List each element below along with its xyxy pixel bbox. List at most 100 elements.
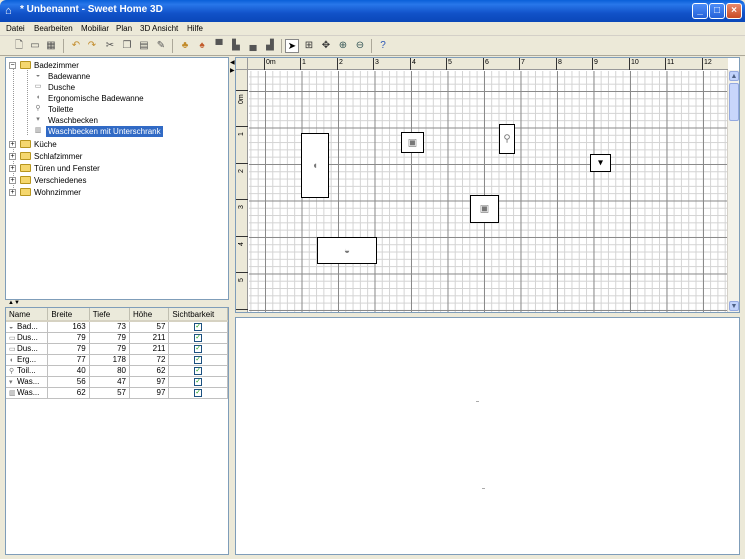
tree-category-wohnzimmer[interactable]: + Wohnzimmer: [9, 187, 219, 198]
window-title: * Unbenannt - Sweet Home 3D: [20, 4, 163, 15]
expand-icon[interactable]: +: [9, 141, 16, 148]
column-header-sichtbarkeit[interactable]: Sichtbarkeit: [168, 308, 228, 322]
bathtub-piece[interactable]: ◒: [317, 237, 377, 264]
furniture-catalog-tree[interactable]: − Badezimmer ◒ Badewanne ▭ Dusche ◖ Ergo…: [5, 57, 229, 300]
create-walls-icon[interactable]: ⊞: [302, 39, 316, 53]
ruler-label: 2: [339, 59, 343, 66]
import-furniture-icon[interactable]: ♠: [195, 39, 209, 53]
toolbar-separator: [371, 39, 372, 53]
maximize-button[interactable]: □: [709, 3, 725, 19]
scroll-thumb[interactable]: [729, 83, 739, 121]
zoom-out-icon[interactable]: ⊖: [353, 39, 367, 53]
row-name: Bad...: [17, 322, 38, 332]
row-width: 163: [47, 321, 90, 333]
tree-item-waschbecken[interactable]: ▾ Waschbecken: [34, 115, 214, 126]
menu-plan[interactable]: Plan: [116, 24, 132, 33]
align-bottom-icon[interactable]: ▄: [246, 39, 260, 53]
ruler-left: 0m 1 2 3 4 5 6: [236, 70, 248, 312]
splitter-right-arrow-icon[interactable]: ▶: [230, 67, 235, 74]
shower-piece-b[interactable]: ▣: [470, 195, 499, 223]
visibility-checkbox[interactable]: ✓: [194, 355, 203, 364]
tree-item-ergonomische-badewanne[interactable]: ◖ Ergonomische Badewanne: [34, 93, 214, 104]
visibility-checkbox[interactable]: ✓: [194, 323, 203, 332]
tree-item-badewanne[interactable]: ◒ Badewanne: [34, 71, 214, 82]
toilet-piece[interactable]: ⚲: [499, 124, 515, 154]
ergonomic-bathtub-piece[interactable]: ◖: [301, 133, 329, 198]
column-header-breite[interactable]: Breite: [47, 308, 90, 322]
expand-icon[interactable]: +: [9, 165, 16, 172]
menu-3d-ansicht[interactable]: 3D Ansicht: [140, 24, 178, 33]
help-icon[interactable]: ?: [376, 39, 390, 53]
redo-icon[interactable]: ↷: [85, 39, 99, 53]
splitter-arrows-icon[interactable]: ▲▼: [8, 300, 20, 306]
row-height: 62: [129, 365, 170, 377]
close-button[interactable]: ×: [726, 3, 742, 19]
tree-category-label: Verschiedenes: [34, 176, 87, 185]
ruler-label: 3: [375, 59, 379, 66]
copy-icon[interactable]: ❐: [120, 39, 134, 53]
tree-item-dusche[interactable]: ▭ Dusche: [34, 82, 214, 93]
paste-icon[interactable]: ▤: [137, 39, 151, 53]
scroll-down-icon[interactable]: ▼: [729, 301, 739, 311]
scroll-up-icon[interactable]: ▲: [729, 71, 739, 81]
tree-category-badezimmer[interactable]: − Badezimmer: [9, 60, 219, 71]
collapse-icon[interactable]: −: [9, 62, 16, 69]
table-row[interactable]: ▭Dus... 79 79 211 ✓: [6, 332, 228, 344]
shower-piece-a[interactable]: ▣: [401, 132, 424, 153]
pan-icon[interactable]: ✥: [319, 39, 333, 53]
align-right-icon[interactable]: ▟: [263, 39, 277, 53]
table-row[interactable]: ⚲ Toil... 40 80 62 ✓: [6, 365, 228, 377]
visibility-checkbox[interactable]: ✓: [194, 366, 203, 375]
row-height: 211: [129, 343, 170, 355]
column-header-name[interactable]: Name: [6, 308, 49, 322]
align-left-icon[interactable]: ▙: [229, 39, 243, 53]
row-name: Dus...: [17, 344, 38, 353]
open-icon[interactable]: ▭: [28, 39, 42, 53]
3d-view[interactable]: [235, 317, 740, 555]
save-icon[interactable]: ▦: [44, 39, 58, 53]
cut-icon[interactable]: ✂: [103, 39, 117, 53]
table-row[interactable]: ▭Dus... 79 79 211 ✓: [6, 343, 228, 355]
add-furniture-icon[interactable]: ♣: [178, 39, 192, 53]
tree-item-toilette[interactable]: ⚲ Toilette: [34, 104, 214, 115]
expand-icon[interactable]: +: [9, 177, 16, 184]
plan-grid[interactable]: ◖ ▣ ⚲ ▾ ▣ ◒: [249, 71, 729, 312]
menu-hilfe[interactable]: Hilfe: [187, 24, 203, 33]
table-row[interactable]: ▥Was... 62 57 97 ✓: [6, 387, 228, 399]
tree-category-tueren-und-fenster[interactable]: + Türen und Fenster: [9, 163, 219, 174]
splitter-left-arrow-icon[interactable]: ◀: [230, 59, 235, 66]
table-row[interactable]: ▾ Was... 56 47 97 ✓: [6, 376, 228, 388]
visibility-checkbox[interactable]: ✓: [194, 388, 203, 397]
new-icon[interactable]: 🗋: [12, 39, 26, 53]
ruler-tick: [702, 58, 703, 70]
shower-icon: ▭: [9, 346, 16, 353]
table-row[interactable]: ◖ Erg... 77 178 72 ✓: [6, 354, 228, 366]
minimize-button[interactable]: _: [692, 3, 708, 19]
visibility-checkbox[interactable]: ✓: [194, 333, 203, 342]
visibility-checkbox[interactable]: ✓: [194, 377, 203, 386]
expand-icon[interactable]: +: [9, 153, 16, 160]
menu-mobiliar[interactable]: Mobiliar: [81, 24, 109, 33]
tree-category-kueche[interactable]: + Küche: [9, 139, 219, 150]
zoom-in-icon[interactable]: ⊕: [336, 39, 350, 53]
plan-vertical-scrollbar[interactable]: ▲ ▼: [727, 70, 739, 312]
tree-category-label: Schlafzimmer: [34, 152, 83, 161]
plan-view[interactable]: 0m 1 2 3 4 5 6 7 8 9 10 11 12 0m 1 2 3 4: [235, 57, 740, 313]
select-mode-icon[interactable]: ➤: [285, 39, 299, 53]
visibility-checkbox[interactable]: ✓: [194, 344, 203, 353]
table-row[interactable]: ◒ Bad... 163 73 57 ✓: [6, 321, 228, 333]
toolbar: 🗋 ▭ ▦ ↶ ↷ ✂ ❐ ▤ ✎ ♣ ♠ ▀ ▙ ▄ ▟ ➤ ⊞ ✥ ⊕ ⊖ …: [0, 36, 745, 56]
delete-icon[interactable]: ✎: [154, 39, 168, 53]
furniture-list-table[interactable]: Name Breite Tiefe Höhe Sichtbarkeit ◒ Bad…: [5, 307, 229, 555]
menu-datei[interactable]: Datei: [6, 24, 25, 33]
tree-category-verschiedenes[interactable]: + Verschiedenes: [9, 175, 219, 186]
menu-bearbeiten[interactable]: Bearbeiten: [34, 24, 73, 33]
washbasin-piece[interactable]: ▾: [590, 154, 611, 172]
tree-category-schlafzimmer[interactable]: + Schlafzimmer: [9, 151, 219, 162]
column-header-tiefe[interactable]: Tiefe: [89, 308, 131, 322]
align-top-icon[interactable]: ▀: [212, 39, 226, 53]
undo-icon[interactable]: ↶: [69, 39, 83, 53]
expand-icon[interactable]: +: [9, 189, 16, 196]
column-header-hoehe[interactable]: Höhe: [129, 308, 170, 322]
tree-item-waschbecken-mit-unterschrank[interactable]: ▥ Waschbecken mit Unterschrank: [34, 126, 214, 137]
